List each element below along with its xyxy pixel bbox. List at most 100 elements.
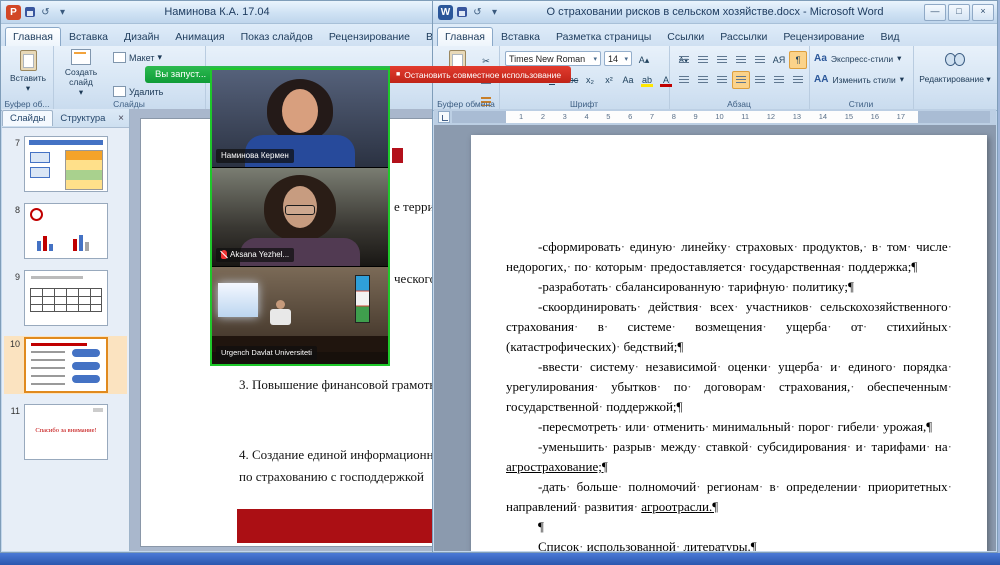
thumbnail-graphic [30,208,43,221]
word-titlebar[interactable]: W ↺ ▾ О страховании рисков в сельском хо… [433,1,997,24]
delete-slide-icon [113,86,126,97]
close-icon[interactable]: × [113,113,129,124]
change-styles-button[interactable]: АА Изменить стили ▾ [814,74,904,85]
line-spacing-button[interactable] [751,71,769,89]
document-paragraph: -пересмотреть· или· отменить· минимальны… [538,419,933,434]
superscript-button[interactable]: x² [600,71,618,89]
tab-Вставка[interactable]: Вставка [61,27,116,46]
find-icon [945,53,965,66]
slide-thumbnail-9[interactable]: 9 [4,269,127,327]
tab-Вставка[interactable]: Вставка [493,27,548,46]
ruler-text-area[interactable]: 1 2 3 4 5 6 7 8 9 10 11 12 13 14 15 16 17 [506,111,918,123]
align-left-button[interactable] [675,71,693,89]
powerpoint-ribbon-tabs: Главная Вставка Дизайн Анимация Показ слайдо… [1,24,433,46]
tab-Рассылки[interactable]: Рассылки [712,27,775,46]
align-right-button[interactable] [713,71,731,89]
window-controls: — □ × [924,4,994,21]
change-case-button[interactable]: Аа [619,71,637,89]
paste-label: Вставить [10,73,47,83]
slides-panel: Слайды Структура × 7 8 9 10 11 Спасибо з… [2,109,130,551]
tab-Анимация[interactable]: Анимация [167,27,232,46]
tab-selector-icon[interactable] [438,111,450,123]
close-button[interactable]: × [972,4,994,21]
video-tile-1[interactable]: Наминова Кермен [212,70,388,169]
thumbnail-image[interactable]: Спасибо за внимание! [24,404,108,460]
ppt-slides-group-label: Слайды [113,99,145,109]
quick-access-dropdown-icon[interactable]: ▾ [56,7,69,18]
quick-styles-button[interactable]: Аа Экспресс-стили ▾ [814,53,901,64]
tab-Показ слайдов[interactable]: Показ слайдов [233,27,321,46]
thumbnail-image[interactable] [24,203,108,259]
thumbnail-image[interactable] [24,270,108,326]
tab-outline[interactable]: Структура [53,111,112,126]
chevron-down-icon: ▾ [897,53,902,63]
font-name-select[interactable]: Times New Roman ▾ [505,51,601,66]
word-styles-group-label: Стили [848,99,874,109]
thumbnail-image[interactable] [24,337,108,393]
tab-Вид[interactable]: Вид [418,27,433,46]
slide-thumbnail-7[interactable]: 7 [4,135,127,193]
tab-Главная[interactable]: Главная [437,27,493,46]
tab-Вид[interactable]: Вид [872,27,907,46]
editing-label-row[interactable]: Редактирование ▾ [913,74,997,85]
powerpoint-titlebar[interactable]: P ↺ ▾ Наминова К.А. 17.04 [1,1,433,24]
tab-slides[interactable]: Слайды [2,110,54,126]
tab-Разметка страницы[interactable]: Разметка страницы [548,27,659,46]
video-tile-3[interactable]: Urgench Davlat Universiteti [212,266,388,364]
slide-number: 11 [10,406,20,416]
multilevel-list-button[interactable] [713,51,731,69]
thumbnail-graphic [29,140,103,145]
ruler-number: 6 [628,112,633,121]
maximize-button[interactable]: □ [948,4,970,21]
justify-button[interactable] [732,71,750,89]
thumbnail-image[interactable] [24,136,108,192]
tab-Рецензирование[interactable]: Рецензирование [321,27,418,46]
chevron-down-icon: ▾ [157,52,163,62]
align-center-button[interactable] [694,71,712,89]
shading-button[interactable] [770,71,788,89]
font-size-select[interactable]: 14 ▾ [604,51,632,66]
subscript-button[interactable]: x₂ [581,71,599,89]
paste-button[interactable]: Вставить ▾ [10,50,46,93]
horizontal-ruler[interactable]: 1 2 3 4 5 6 7 8 9 10 11 12 13 14 15 16 17 [434,109,996,125]
participant-name: Aksana Yezhel... [230,249,290,259]
highlight-button[interactable]: ab [638,71,656,89]
document-page[interactable]: -сформировать· единую· линейку· страховы… [471,135,987,551]
chevron-down-icon: ▾ [899,74,905,84]
quick-access-dropdown-icon[interactable]: ▾ [488,7,501,18]
thumbnail-graphic [73,239,77,251]
ruler-number: 14 [818,112,828,121]
tab-Рецензирование[interactable]: Рецензирование [775,27,872,46]
show-formatting-marks-button[interactable]: ¶ [789,51,807,69]
stop-sharing-button[interactable]: ■ Остановить совместное использование [390,66,571,83]
borders-button[interactable] [789,71,807,89]
grow-font-button[interactable]: А▴ [635,51,653,69]
meeting-video-panel[interactable]: Наминова Кермен Aksana Yezhel... Urgench… [210,68,390,366]
minimize-button[interactable]: — [924,4,946,21]
video-tile-2[interactable]: Aksana Yezhel... [212,168,388,267]
bullets-button[interactable] [675,51,693,69]
undo-icon[interactable]: ↺ [471,7,484,18]
increase-indent-button[interactable] [751,51,769,69]
save-icon[interactable] [457,7,467,17]
new-slide-button[interactable]: Создать слайд ▾ [59,49,103,97]
tab-Дизайн[interactable]: Дизайн [116,27,167,46]
word-paragraph-group: АЯ ¶ Абзац [669,46,810,110]
tab-Ссылки[interactable]: Ссылки [659,27,712,46]
paragraph-buttons-row2 [675,71,808,89]
slide-thumbnail-10-selected[interactable]: 10 [4,336,127,394]
ruler-number: 1 [519,112,524,121]
slide-thumbnail-11[interactable]: 11 Спасибо за внимание! [4,403,127,461]
editing-button[interactable] [913,53,997,66]
slide-thumbnail-8[interactable]: 8 [4,202,127,260]
delete-slide-button[interactable]: Удалить [113,86,163,97]
taskbar[interactable] [0,553,1000,565]
undo-icon[interactable]: ↺ [39,7,52,18]
document-text[interactable]: -сформировать· единую· линейку· страховы… [506,237,952,551]
numbering-button[interactable] [694,51,712,69]
decrease-indent-button[interactable] [732,51,750,69]
layout-button[interactable]: Макет ▾ [113,52,162,63]
tab-Главная[interactable]: Главная [5,27,61,46]
sort-button[interactable]: АЯ [770,51,788,69]
save-icon[interactable] [25,7,35,17]
